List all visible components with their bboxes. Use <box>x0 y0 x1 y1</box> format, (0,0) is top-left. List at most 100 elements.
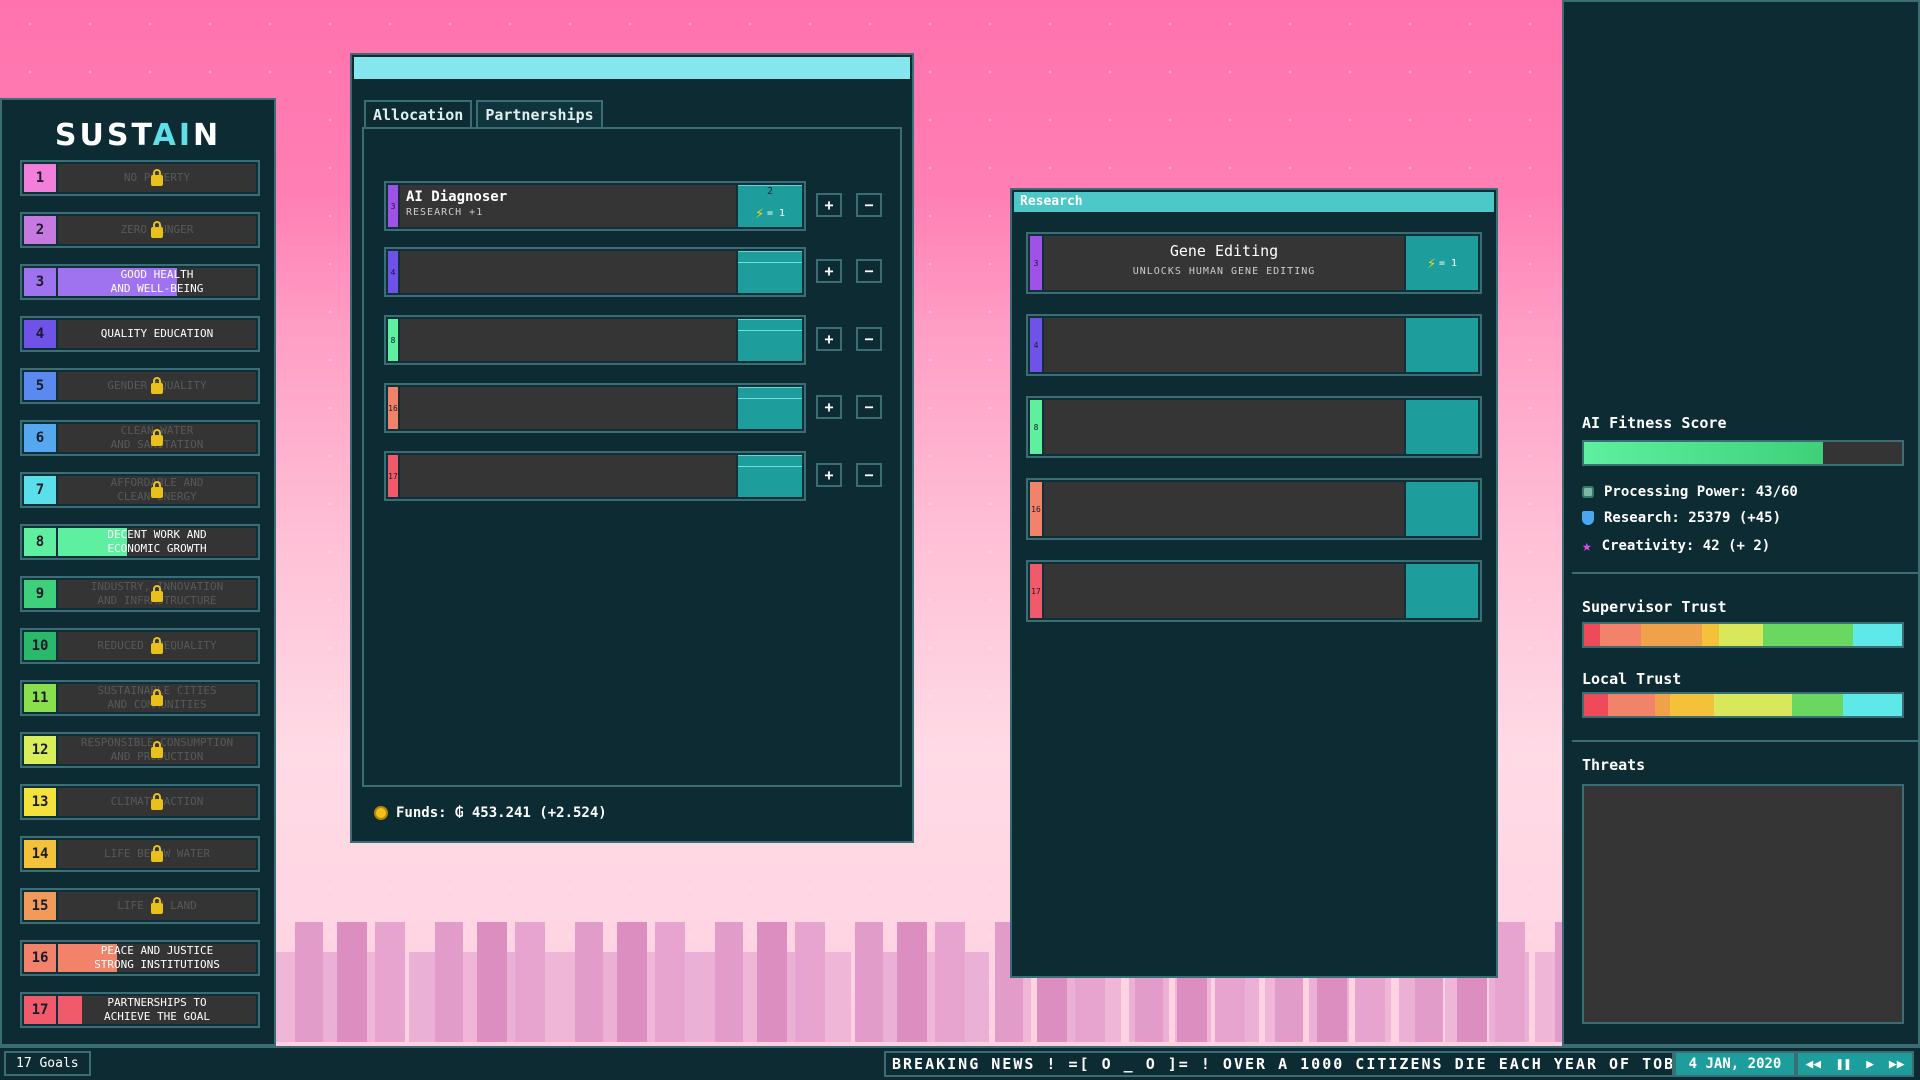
goal-item-16[interactable]: 16 PEACE AND JUSTICE STRONG INSTITUTIONS <box>20 940 260 976</box>
lock-icon <box>151 377 163 394</box>
goal-item-4[interactable]: 4 QUALITY EDUCATION <box>20 316 260 352</box>
decrease-button[interactable]: − <box>856 395 882 419</box>
goal-stripe: 3 <box>1030 236 1042 290</box>
goal-progress-bar: AFFORDABLE AND CLEAN ENERGY <box>58 476 256 504</box>
research-text: Research: 25379 (+45) <box>1604 510 1782 526</box>
goal-item-10[interactable]: 10 REDUCED INEQUALITY <box>20 628 260 664</box>
lock-icon <box>151 169 163 186</box>
fitness-label: AI Fitness Score <box>1582 414 1727 432</box>
goal-item-2[interactable]: 2 ZERO HUNGER <box>20 212 260 248</box>
increase-button[interactable]: + <box>816 193 842 217</box>
decrease-button[interactable]: − <box>856 463 882 487</box>
goal-item-14[interactable]: 14LIFE BELOW WATER <box>20 836 260 872</box>
decrease-button[interactable]: − <box>856 193 882 217</box>
decrease-button[interactable]: − <box>856 327 882 351</box>
allocation-row: 3 AI Diagnoser RESEARCH +1 2 ⚡ = 1 <box>384 181 806 231</box>
allocation-list: 3 AI Diagnoser RESEARCH +1 2 ⚡ = 1 + −4 + −8 + −16 +… <box>362 127 902 787</box>
trust-segment <box>1792 694 1844 716</box>
goal-progress-bar: CLEAN WATER AND SANITATION <box>58 424 256 452</box>
fitness-bar <box>1582 440 1904 466</box>
goal-label: QUALITY EDUCATION <box>100 327 214 340</box>
goal-number: 17 <box>24 996 56 1024</box>
goals-button[interactable]: 17 Goals <box>4 1051 91 1076</box>
goal-item-17[interactable]: 17 PARTNERSHIPS TO ACHIEVE THE GOAL <box>20 992 260 1028</box>
item-cost <box>738 251 802 293</box>
goal-label: PEACE AND JUSTICE STRONG INSTITUTIONS <box>94 944 220 971</box>
increase-button[interactable]: + <box>816 395 842 419</box>
increase-button[interactable]: + <box>816 259 842 283</box>
research-row[interactable]: 16 <box>1026 478 1482 540</box>
research-row[interactable]: 4 <box>1026 314 1482 376</box>
cost-value: = 1 <box>766 207 786 219</box>
goal-item-1[interactable]: 1 NO POVERTY <box>20 160 260 196</box>
research-title[interactable]: Research <box>1014 192 1494 212</box>
cost-divider <box>738 330 802 331</box>
goal-item-11[interactable]: 11 SUSTAINABLE CITIES AND COMMUNITIES <box>20 680 260 716</box>
play-icon[interactable]: ▶ <box>1866 1057 1874 1072</box>
increase-button[interactable]: + <box>816 327 842 351</box>
trust-segment <box>1584 694 1608 716</box>
lock-icon <box>151 793 163 810</box>
goal-progress-bar: NO POVERTY <box>58 164 256 192</box>
goal-stripe: 16 <box>1030 482 1042 536</box>
goal-stripe: 4 <box>388 251 398 293</box>
tab-allocation[interactable]: Allocation <box>364 100 473 128</box>
research-stat: Research: 25379 (+45) <box>1582 510 1781 526</box>
decrease-button[interactable]: − <box>856 259 882 283</box>
goal-label: GOOD HEALTH AND WELL-BEING <box>110 268 204 295</box>
goal-progress-bar: PARTNERSHIPS TO ACHIEVE THE GOAL <box>58 996 256 1024</box>
goal-stripe: 8 <box>1030 400 1042 454</box>
item-count: 2 <box>766 186 774 197</box>
lock-icon <box>151 585 163 602</box>
local-trust-bar <box>1582 692 1904 718</box>
lock-icon <box>151 637 163 654</box>
allocation-item-body: AI Diagnoser RESEARCH +1 <box>400 185 736 227</box>
goal-number: 1 <box>24 164 56 192</box>
research-cost <box>1406 400 1478 454</box>
game-logo: SUSTAIN <box>54 118 222 153</box>
cost-divider <box>738 466 802 467</box>
cost-divider <box>738 398 802 399</box>
goal-progress-bar: CLIMATE ACTION <box>58 788 256 816</box>
goal-stripe: 17 <box>388 455 398 497</box>
goal-number: 3 <box>24 268 56 296</box>
goal-item-8[interactable]: 8 DECENT WORK AND ECONOMIC GROWTH <box>20 524 260 560</box>
rewind-icon[interactable]: ◀◀ <box>1805 1057 1821 1072</box>
goal-item-5[interactable]: 5 GENDER EQUALITY <box>20 368 260 404</box>
item-cost <box>738 319 802 361</box>
goal-item-15[interactable]: 15LIFE ON LAND <box>20 888 260 924</box>
goal-item-3[interactable]: 3 GOOD HEALTH AND WELL-BEING <box>20 264 260 300</box>
tab-partnerships[interactable]: Partnerships <box>476 100 603 128</box>
goal-item-13[interactable]: 13 CLIMATE ACTION <box>20 784 260 820</box>
allocation-row: 17 <box>384 451 806 501</box>
processing-text: Processing Power: 43/60 <box>1604 484 1798 500</box>
trust-segment <box>1843 694 1902 716</box>
goal-item-7[interactable]: 7 AFFORDABLE AND CLEAN ENERGY <box>20 472 260 508</box>
trust-segment <box>1702 624 1719 646</box>
research-row[interactable]: 8 <box>1026 396 1482 458</box>
goal-progress-bar: SUSTAINABLE CITIES AND COMMUNITIES <box>58 684 256 712</box>
goal-item-9[interactable]: 9 INDUSTRY, INNOVATION AND INFRASTRUCTURE <box>20 576 260 612</box>
game-date: 4 JAN, 2020 <box>1674 1051 1796 1077</box>
allocation-row: 16 <box>384 383 806 433</box>
goal-label: PARTNERSHIPS TO ACHIEVE THE GOAL <box>104 996 210 1023</box>
goal-progress-bar: GENDER EQUALITY <box>58 372 256 400</box>
pause-icon[interactable]: ❚❚ <box>1836 1057 1852 1072</box>
stats-panel: AI Fitness Score Processing Power: 43/60… <box>1562 0 1920 1046</box>
goal-progress-bar: DECENT WORK AND ECONOMIC GROWTH <box>58 528 256 556</box>
allocation-titlebar[interactable] <box>354 57 910 79</box>
fast-forward-icon[interactable]: ▶▶ <box>1889 1057 1905 1072</box>
processing-stat: Processing Power: 43/60 <box>1582 484 1798 500</box>
goal-item-6[interactable]: 6 CLEAN WATER AND SANITATION <box>20 420 260 456</box>
increase-button[interactable]: + <box>816 463 842 487</box>
goal-progress-bar: RESPONSIBLE CONSUMPTION AND PRODUCTION <box>58 736 256 764</box>
item-cost <box>738 387 802 429</box>
research-row[interactable]: 3 Gene Editing UNLOCKS HUMAN GENE EDITING ⚡… <box>1026 232 1482 294</box>
research-row[interactable]: 17 <box>1026 560 1482 622</box>
lock-icon <box>151 689 163 706</box>
trust-segment <box>1584 624 1601 646</box>
goal-item-12[interactable]: 12 RESPONSIBLE CONSUMPTION AND PRODUCTION <box>20 732 260 768</box>
allocation-row: 4 <box>384 247 806 297</box>
creativity-text: Creativity: 42 (+ 2) <box>1601 537 1771 554</box>
goal-progress-bar: INDUSTRY, INNOVATION AND INFRASTRUCTURE <box>58 580 256 608</box>
